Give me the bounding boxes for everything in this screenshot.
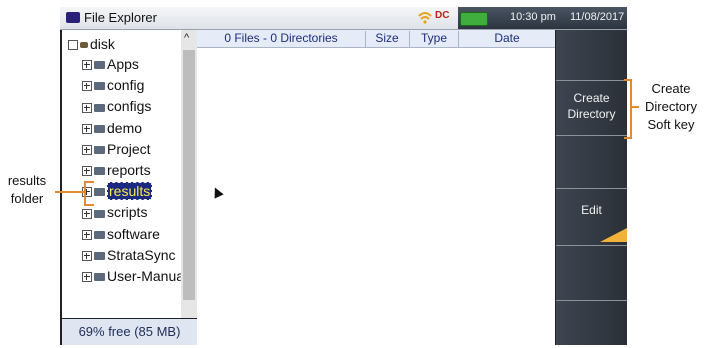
folder-icon: [94, 167, 105, 176]
tree-item-stratasync[interactable]: StrataSync: [82, 247, 175, 267]
folder-icon: [94, 61, 105, 70]
file-list[interactable]: 0 Files - 0 Directories Size Type Date: [197, 30, 555, 345]
folder-icon: [94, 273, 105, 282]
expand-icon[interactable]: [82, 60, 92, 71]
tree-item-label: Project: [107, 140, 151, 157]
tree-item-configs[interactable]: configs: [82, 98, 151, 118]
tree-item-label: User-Manua: [107, 268, 185, 284]
tree-item-user-manua[interactable]: User-Manua: [82, 268, 184, 288]
softkey-divider: [556, 188, 627, 189]
expand-icon[interactable]: [82, 123, 92, 134]
expand-icon[interactable]: [82, 208, 92, 219]
tree-item-label: scripts: [107, 204, 148, 221]
tree-root-label: disk: [90, 36, 115, 52]
scroll-up-icon[interactable]: ^: [184, 32, 189, 44]
create-directory-leader-line: [631, 106, 639, 108]
tree-item-apps[interactable]: Apps: [82, 56, 139, 76]
tree-item-label: configs: [107, 98, 152, 115]
time-display: 10:30 pm: [510, 11, 556, 23]
expand-icon[interactable]: [82, 229, 92, 240]
app-title: File Explorer: [84, 10, 157, 25]
collapse-icon[interactable]: [68, 40, 78, 51]
tree-item-reports[interactable]: reports: [82, 162, 151, 182]
dc-power-icon: DC: [435, 10, 450, 21]
tree-item-label: reports: [107, 162, 151, 178]
edit-softkey[interactable]: Edit: [556, 202, 627, 218]
tree-item-label: demo: [107, 119, 143, 136]
tree-item-config[interactable]: config: [82, 77, 144, 97]
tree-item-scripts[interactable]: scripts: [82, 204, 147, 224]
tree-item-software[interactable]: software: [82, 226, 160, 246]
expand-icon[interactable]: [82, 81, 92, 92]
softkey-divider: [556, 300, 627, 301]
scroll-thumb[interactable]: [183, 50, 195, 300]
softkey-panel: Create Directory Edit: [556, 30, 627, 345]
folder-icon: [94, 230, 105, 239]
column-date[interactable]: Date: [459, 31, 555, 47]
create-directory-bracket: [624, 79, 632, 139]
tree-item-project[interactable]: Project: [82, 141, 151, 161]
softkey-divider: [556, 135, 627, 136]
folder-icon: [94, 146, 105, 155]
expand-icon[interactable]: [82, 166, 92, 177]
results-leader-line: [55, 191, 84, 193]
tree-scrollbar[interactable]: ^: [181, 30, 197, 318]
tree-item-label: results: [107, 182, 153, 201]
expand-icon[interactable]: [82, 272, 92, 283]
date-display: 11/08/2017: [570, 11, 625, 23]
disk-icon: [80, 42, 88, 49]
create-directory-softkey[interactable]: Create Directory: [556, 90, 627, 122]
folder-icon: [66, 12, 80, 23]
folder-icon: [94, 252, 105, 261]
tree-item-label: StrataSync: [107, 246, 176, 263]
expand-icon[interactable]: [82, 251, 92, 262]
annotation-results-folder: results folder: [7, 173, 47, 206]
file-list-header: 0 Files - 0 Directories Size Type Date: [197, 30, 555, 48]
device-screen: File Explorer DC 10:30 pm 11/08/2017 dis…: [60, 7, 627, 345]
column-type[interactable]: Type: [410, 31, 459, 47]
expand-icon[interactable]: [82, 102, 92, 113]
folder-icon: [94, 209, 105, 218]
free-space-status: 69% free (85 MB): [62, 319, 197, 345]
results-bracket: [84, 181, 94, 206]
tree-item-label: Apps: [107, 56, 139, 72]
submenu-indicator-icon: [600, 228, 627, 242]
folder-icon: [94, 82, 105, 91]
tree-root-disk[interactable]: disk: [68, 36, 115, 52]
wifi-icon: [418, 12, 432, 24]
column-files-directories[interactable]: 0 Files - 0 Directories: [197, 31, 366, 47]
annotation-create-directory: Create Directory Soft key: [644, 81, 697, 132]
tree-item-demo[interactable]: demo: [82, 120, 142, 140]
tree-item-label: software: [107, 225, 160, 242]
title-bar: File Explorer DC 10:30 pm 11/08/2017: [60, 7, 627, 30]
folder-icon: [94, 124, 105, 133]
folder-icon: [94, 188, 105, 197]
battery-icon: [460, 12, 488, 26]
expand-icon[interactable]: [82, 145, 92, 156]
softkey-divider: [556, 80, 627, 81]
folder-icon: [94, 103, 105, 112]
tree-item-label: config: [107, 77, 145, 94]
column-size[interactable]: Size: [365, 31, 410, 47]
folder-tree[interactable]: disk Apps config configs demo Project reports…: [62, 30, 197, 318]
softkey-divider: [556, 245, 627, 246]
